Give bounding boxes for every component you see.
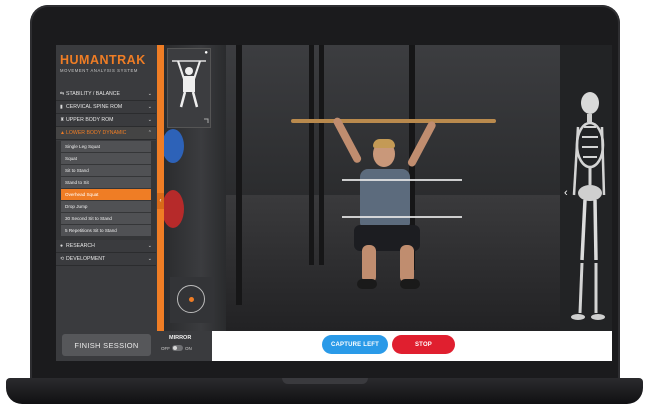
logo-main-text: HUMANTRAK [60,53,146,67]
target-dot [189,297,194,302]
sidebar-item-label: UPPER BODY ROM [66,117,114,123]
sidebar-item-stability-balance[interactable]: ⇆ STABILITY / BALANCE ⌄ [56,88,156,101]
chevron-down-icon: ⌄ [147,243,152,249]
submenu-item-overhead-squat[interactable]: Overhead Squat [61,189,151,200]
sidebar-menu: ⇆ STABILITY / BALANCE ⌄ ▮ CERVICAL SPINE… [56,88,156,266]
app-screen: HUMANTRAK MOVEMENT ANALYSIS SYSTEM ⇆ STA… [56,45,612,361]
submenu-item-5-repetitions-sit-to-stand[interactable]: 5 Repetitions Sit to Stand [61,225,151,236]
rack-upright [309,45,314,265]
athlete-torso [360,169,410,227]
chevron-left-icon[interactable]: ‹ [564,187,568,199]
action-bar: CAPTURE LEFT STOP [212,331,612,361]
close-icon[interactable]: ● [204,50,208,56]
submenu-item-drop-jump[interactable]: Drop Jump [61,201,151,212]
submenu-item-30-second-sit-to-stand[interactable]: 30 Second Sit to Stand [61,213,151,224]
submenu-item-sit-to-stand[interactable]: Sit to Stand [61,165,151,176]
barbell [291,119,496,123]
lower-body-submenu: Single Leg Squat Squat Sit to Stand Stan… [56,141,156,240]
laptop-notch [282,378,368,384]
sidebar-item-label: DEVELOPMENT [66,256,106,262]
mirror-label: MIRROR [169,335,192,341]
submenu-item-squat[interactable]: Squat [61,153,151,164]
overhead-squat-figure-icon [172,60,209,123]
alignment-guide-line [342,216,462,218]
rack-upright [319,45,324,265]
mirror-control: MIRROR OFF ON [157,331,212,361]
capture-left-button[interactable]: CAPTURE LEFT [322,335,388,354]
exercise-thumbnail[interactable]: ● [167,48,211,128]
sidebar-item-cervical-spine-rom[interactable]: ▮ CERVICAL SPINE ROM ⌄ [56,101,156,114]
rack-upright [236,45,242,305]
athlete-hair [373,139,395,148]
alignment-guide-line [342,179,462,181]
chevron-up-icon: ⌃ [147,130,152,136]
collapse-sidebar-button[interactable]: ‹ [157,193,164,209]
sidebar-divider [157,45,164,331]
camera-view: ● ‹ [164,45,612,331]
sidebar-item-label: STABILITY / BALANCE [66,91,121,97]
finish-session-button[interactable]: FINISH SESSION [62,334,151,356]
toggle-knob [173,346,177,350]
chevron-down-icon: ⌄ [147,91,152,97]
athlete-shoe [400,279,420,289]
sidebar-item-label: RESEARCH [66,243,95,249]
balance-target-widget [170,277,214,323]
stop-button[interactable]: STOP [392,335,455,354]
chevron-left-icon: ‹ [159,198,162,204]
chevron-down-icon: ⌄ [147,104,152,110]
sidebar-item-label: LOWER BODY DYNAMIC [66,130,127,136]
logo-sub-text: MOVEMENT ANALYSIS SYSTEM [60,68,139,73]
chevron-down-icon: ⌄ [147,117,152,123]
sidebar: HUMANTRAK MOVEMENT ANALYSIS SYSTEM ⇆ STA… [56,45,157,361]
submenu-item-single-leg-squat[interactable]: Single Leg Squat [61,141,151,152]
sidebar-item-development[interactable]: ⟲ DEVELOPMENT ⌄ [56,253,156,266]
mirror-on-label: ON [185,345,192,351]
athlete-shoe [357,279,377,289]
chevron-down-icon: ⌄ [147,256,152,262]
mirror-off-label: OFF [161,345,170,351]
mirror-toggle-wrap: OFF ON [161,345,192,351]
submenu-item-stand-to-sit[interactable]: Stand to Sit [61,177,151,188]
athlete-leg [400,245,414,283]
sidebar-item-lower-body-dynamic[interactable]: ▲ LOWER BODY DYNAMIC ⌃ [56,127,156,140]
sidebar-item-label: CERVICAL SPINE ROM [66,104,123,110]
sidebar-item-research[interactable]: ● RESEARCH ⌄ [56,240,156,253]
sidebar-item-upper-body-rom[interactable]: ♜ UPPER BODY ROM ⌄ [56,114,156,127]
app-logo: HUMANTRAK MOVEMENT ANALYSIS SYSTEM [60,53,156,73]
mirror-toggle[interactable] [172,345,183,351]
athlete-leg [362,245,376,283]
